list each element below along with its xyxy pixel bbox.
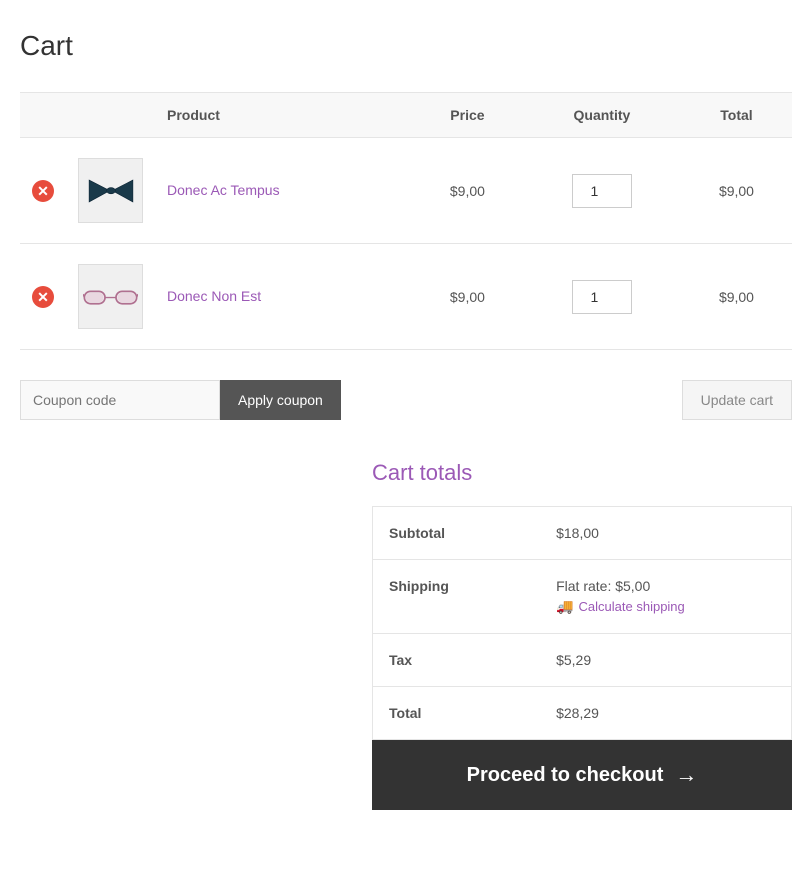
calculate-shipping-link[interactable]: 🚚 Calculate shipping xyxy=(556,598,775,615)
col-product-header: Product xyxy=(155,93,412,138)
cart-table: Product Price Quantity Total ✕ Donec Ac … xyxy=(20,92,792,350)
tax-label: Tax xyxy=(373,634,541,687)
remove-icon: ✕ xyxy=(32,180,54,202)
subtotal-label: Subtotal xyxy=(373,507,541,560)
total-value: $28,29 xyxy=(540,687,791,740)
product-total-cell: $9,00 xyxy=(681,244,792,350)
total-label: Total xyxy=(373,687,541,740)
col-thumb-header xyxy=(66,93,155,138)
cart-totals-section: Cart totals Subtotal $18,00 Shipping Fla… xyxy=(20,460,792,810)
col-total-header: Total xyxy=(681,93,792,138)
product-thumb-cell xyxy=(66,244,155,350)
product-quantity-cell xyxy=(523,244,681,350)
update-cart-button[interactable]: Update cart xyxy=(682,380,792,420)
cart-table-header: Product Price Quantity Total xyxy=(20,93,792,138)
remove-cell: ✕ xyxy=(20,138,66,244)
table-row: ✕ Donec Ac Tempus $9,00 $9,00 xyxy=(20,138,792,244)
calculate-shipping-label: Calculate shipping xyxy=(579,599,685,614)
coupon-input[interactable] xyxy=(20,380,220,420)
remove-cell: ✕ xyxy=(20,244,66,350)
checkout-arrow-icon: → xyxy=(675,762,697,788)
product-price-cell: $9,00 xyxy=(412,138,523,244)
quantity-input[interactable] xyxy=(572,280,632,314)
product-name-cell: Donec Non Est xyxy=(155,244,412,350)
coupon-row: Apply coupon Update cart xyxy=(20,380,792,420)
product-total-cell: $9,00 xyxy=(681,138,792,244)
tax-row: Tax $5,29 xyxy=(373,634,792,687)
col-quantity-header: Quantity xyxy=(523,93,681,138)
col-remove-header xyxy=(20,93,66,138)
bowtie-svg xyxy=(86,176,136,206)
product-thumb-cell xyxy=(66,138,155,244)
remove-icon: ✕ xyxy=(32,286,54,308)
cart-totals-title: Cart totals xyxy=(372,460,792,486)
glasses-svg xyxy=(83,284,138,309)
product-name-cell: Donec Ac Tempus xyxy=(155,138,412,244)
shipping-rate: Flat rate: $5,00 xyxy=(556,578,775,594)
tax-value: $5,29 xyxy=(540,634,791,687)
total-row: Total $28,29 xyxy=(373,687,792,740)
page-title: Cart xyxy=(20,30,792,62)
subtotal-row: Subtotal $18,00 xyxy=(373,507,792,560)
shipping-label: Shipping xyxy=(373,560,541,634)
product-name-link[interactable]: Donec Ac Tempus xyxy=(167,182,280,198)
totals-table: Subtotal $18,00 Shipping Flat rate: $5,0… xyxy=(372,506,792,740)
remove-item-button[interactable]: ✕ xyxy=(32,286,54,308)
remove-item-button[interactable]: ✕ xyxy=(32,180,54,202)
product-quantity-cell xyxy=(523,138,681,244)
shipping-row: Shipping Flat rate: $5,00 🚚 Calculate sh… xyxy=(373,560,792,634)
product-thumbnail xyxy=(78,264,143,329)
quantity-input[interactable] xyxy=(572,174,632,208)
apply-coupon-button[interactable]: Apply coupon xyxy=(220,380,341,420)
cart-totals-wrapper: Cart totals Subtotal $18,00 Shipping Fla… xyxy=(372,460,792,740)
checkout-button[interactable]: Proceed to checkout → xyxy=(372,740,792,810)
product-price-cell: $9,00 xyxy=(412,244,523,350)
truck-icon: 🚚 xyxy=(556,598,573,615)
product-thumbnail xyxy=(78,158,143,223)
col-price-header: Price xyxy=(412,93,523,138)
product-name-link[interactable]: Donec Non Est xyxy=(167,288,261,304)
checkout-label: Proceed to checkout xyxy=(467,764,664,787)
shipping-cell: Flat rate: $5,00 🚚 Calculate shipping xyxy=(540,560,791,634)
subtotal-value: $18,00 xyxy=(540,507,791,560)
table-row: ✕ Donec Non Est $9,00 $9,00 xyxy=(20,244,792,350)
coupon-left: Apply coupon xyxy=(20,380,341,420)
